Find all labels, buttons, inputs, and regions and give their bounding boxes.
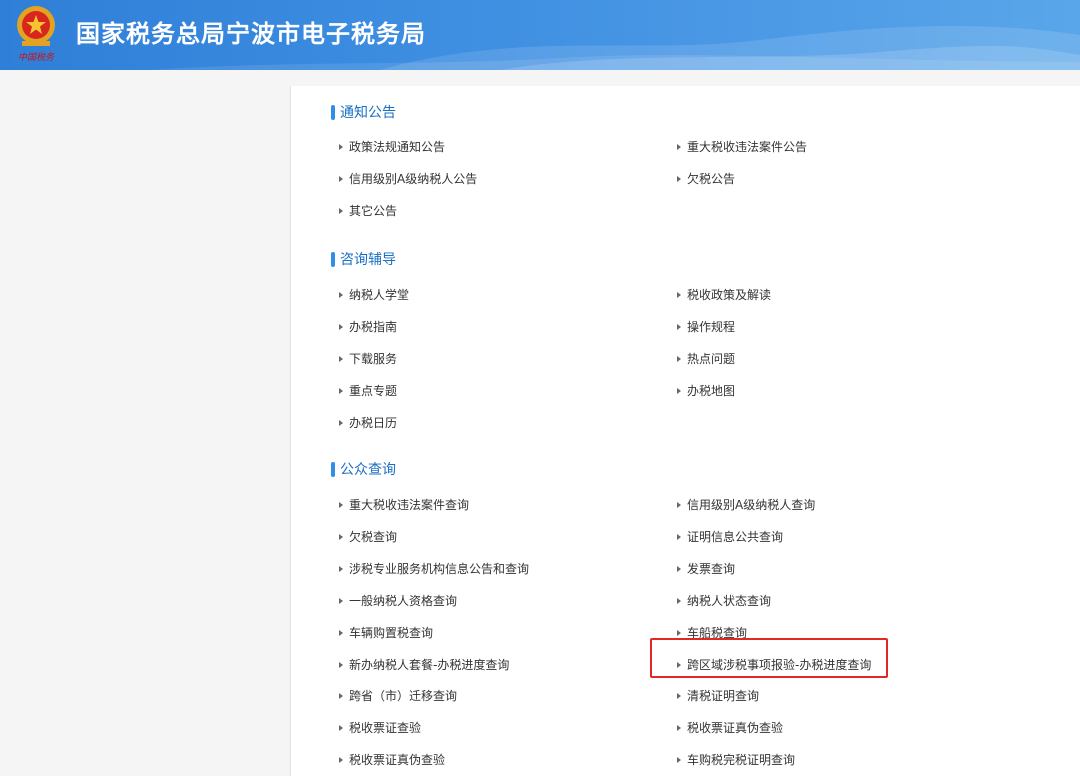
triangle-bullet-icon: [339, 207, 343, 214]
link-vehicle-tax-certificate-query[interactable]: 车购税完税证明查询: [677, 751, 795, 768]
link-a-level-taxpayer-notices[interactable]: 信用级别A级纳税人公告: [339, 170, 477, 187]
link-general-taxpayer-query[interactable]: 一般纳税人资格查询: [339, 592, 457, 609]
svg-text:中国税务: 中国税务: [18, 52, 55, 63]
section-title-public-query: 公众查询: [331, 459, 396, 479]
site-title: 国家税务总局宁波市电子税务局: [76, 20, 426, 48]
triangle-bullet-icon: [677, 175, 681, 182]
highlight-box: [650, 638, 888, 678]
triangle-bullet-icon: [677, 692, 681, 699]
link-certificate-info-query[interactable]: 证明信息公共查询: [677, 528, 783, 545]
triangle-bullet-icon: [339, 597, 343, 604]
link-hot-questions[interactable]: 热点问题: [677, 350, 735, 367]
section-title-notices: 通知公告: [331, 102, 396, 122]
link-tax-agency-query[interactable]: 涉税专业服务机构信息公告和查询: [339, 560, 529, 577]
triangle-bullet-icon: [677, 597, 681, 604]
triangle-bullet-icon: [339, 724, 343, 731]
triangle-bullet-icon: [339, 501, 343, 508]
link-vehicle-purchase-tax-query[interactable]: 车辆购置税查询: [339, 624, 433, 641]
triangle-bullet-icon: [677, 143, 681, 150]
triangle-bullet-icon: [339, 692, 343, 699]
link-tax-arrears-notices[interactable]: 欠税公告: [677, 170, 735, 187]
triangle-bullet-icon: [677, 387, 681, 394]
link-taxpayer-school[interactable]: 纳税人学堂: [339, 286, 409, 303]
triangle-bullet-icon: [677, 291, 681, 298]
triangle-bullet-icon: [339, 533, 343, 540]
triangle-bullet-icon: [339, 661, 343, 668]
triangle-bullet-icon: [339, 565, 343, 572]
section-marker: [331, 461, 335, 477]
link-tax-arrears-query[interactable]: 欠税查询: [339, 528, 397, 545]
link-major-violation-notices[interactable]: 重大税收违法案件公告: [677, 138, 807, 155]
triangle-bullet-icon: [339, 419, 343, 426]
triangle-bullet-icon: [339, 756, 343, 763]
triangle-bullet-icon: [339, 291, 343, 298]
link-new-taxpayer-progress-query[interactable]: 新办纳税人套餐-办税进度查询: [339, 656, 509, 673]
section-marker: [331, 104, 335, 120]
link-tax-voucher-check[interactable]: 税收票证查验: [339, 719, 421, 736]
link-major-violation-query[interactable]: 重大税收违法案件查询: [339, 496, 469, 513]
link-downloads[interactable]: 下载服务: [339, 350, 397, 367]
triangle-bullet-icon: [339, 629, 343, 636]
link-tax-voucher-authenticity-check-right[interactable]: 税收票证真伪查验: [677, 719, 783, 736]
triangle-bullet-icon: [339, 387, 343, 394]
link-taxpayer-status-query[interactable]: 纳税人状态查询: [677, 592, 771, 609]
link-tax-policy[interactable]: 税收政策及解读: [677, 286, 771, 303]
link-tax-map[interactable]: 办税地图: [677, 382, 735, 399]
link-cross-province-migration-query[interactable]: 跨省（市）迁移查询: [339, 687, 457, 704]
link-key-topics[interactable]: 重点专题: [339, 382, 397, 399]
link-other-notices[interactable]: 其它公告: [339, 202, 397, 219]
triangle-bullet-icon: [339, 355, 343, 362]
link-tax-guide[interactable]: 办税指南: [339, 318, 397, 335]
triangle-bullet-icon: [339, 175, 343, 182]
triangle-bullet-icon: [677, 724, 681, 731]
triangle-bullet-icon: [677, 756, 681, 763]
section-title-consulting: 咨询辅导: [331, 249, 396, 269]
link-invoice-query[interactable]: 发票查询: [677, 560, 735, 577]
triangle-bullet-icon: [677, 565, 681, 572]
link-procedures[interactable]: 操作规程: [677, 318, 735, 335]
link-tax-clearance-query[interactable]: 清税证明查询: [677, 687, 759, 704]
link-policy-notices[interactable]: 政策法规通知公告: [339, 138, 445, 155]
link-tax-calendar[interactable]: 办税日历: [339, 414, 397, 431]
section-marker: [331, 251, 335, 267]
triangle-bullet-icon: [677, 323, 681, 330]
triangle-bullet-icon: [677, 533, 681, 540]
link-tax-voucher-authenticity-check-left[interactable]: 税收票证真伪查验: [339, 751, 445, 768]
triangle-bullet-icon: [677, 355, 681, 362]
triangle-bullet-icon: [339, 323, 343, 330]
triangle-bullet-icon: [339, 143, 343, 150]
triangle-bullet-icon: [677, 629, 681, 636]
main-content-panel: 通知公告 政策法规通知公告 重大税收违法案件公告 信用级别A级纳税人公告 欠税公…: [290, 86, 1080, 776]
triangle-bullet-icon: [677, 501, 681, 508]
site-header: 中国税务 国家税务总局宁波市电子税务局: [0, 0, 1080, 70]
link-a-level-taxpayer-query[interactable]: 信用级别A级纳税人查询: [677, 496, 815, 513]
tax-emblem-icon: 中国税务: [17, 6, 55, 63]
